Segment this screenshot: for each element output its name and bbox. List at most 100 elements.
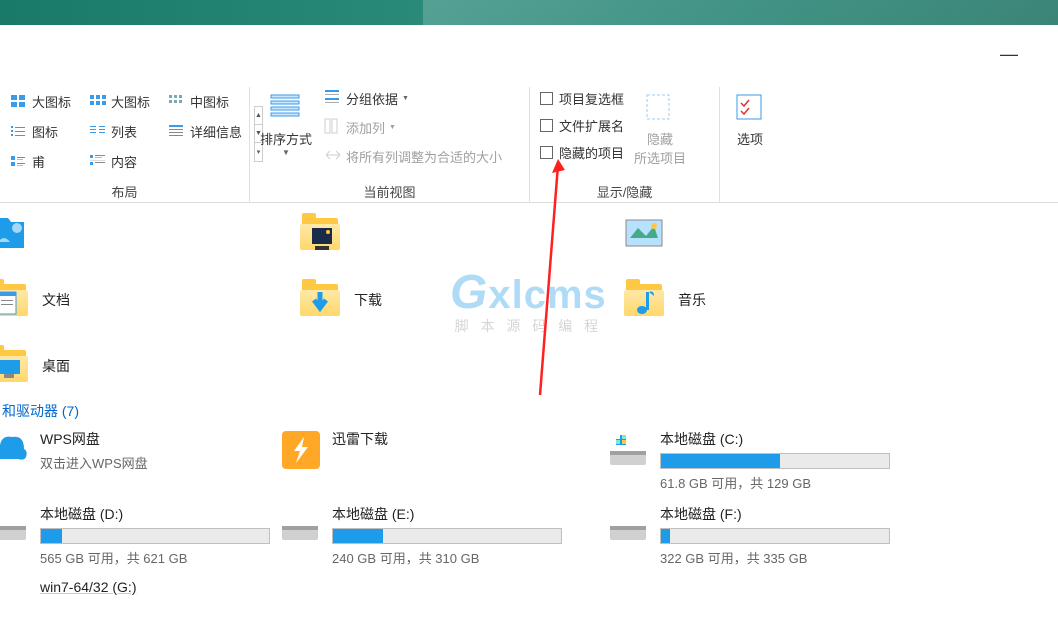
drive-sub: 240 GB 可用，共 310 GB (332, 548, 592, 567)
fit-columns-label: 将所有列调整为合适的大小 (346, 147, 502, 166)
sort-by-button[interactable]: 排序方式 ▼ (256, 87, 316, 180)
drive-sub: 565 GB 可用，共 621 GB (40, 548, 282, 567)
view-small-icons[interactable]: 图标 (6, 117, 75, 145)
ribbon-group-label: 布局 (6, 180, 243, 201)
folder-desktop[interactable]: 桌面 (0, 346, 288, 386)
chevron-down-icon: ▼ (402, 95, 409, 102)
folder-icon (0, 214, 30, 254)
content-area: 文档 下载 音乐 桌面 和驱动器 (7) (0, 203, 1058, 621)
add-columns-label: 添加列 (346, 118, 385, 137)
folder-row (0, 207, 1058, 261)
checkbox-icon (540, 146, 553, 159)
drive-g[interactable]: win7-64/32 (G:) (0, 579, 298, 621)
drive-f[interactable]: 本地磁盘 (F:) 322 GB 可用，共 335 GB (608, 504, 918, 567)
view-tiles[interactable]: 甫 (6, 147, 75, 175)
view-large-icons[interactable]: 大图标 (85, 87, 154, 115)
folder-icon (0, 280, 30, 320)
ribbon-group-layout: 大图标 大图标 中图标 图标 列表 (0, 87, 250, 203)
drive-name: 迅雷下载 (332, 429, 592, 449)
drive-c[interactable]: 本地磁盘 (C:) 61.8 GB 可用，共 129 GB (608, 429, 918, 492)
sort-by-label: 排序方式 (260, 129, 312, 148)
thunder-icon (280, 429, 322, 471)
drive-progress-bar (660, 453, 890, 469)
group-by-button[interactable]: 分组依据 ▼ (320, 87, 506, 110)
drive-name: 本地磁盘 (D:) (40, 504, 282, 524)
view-label: 甫 (32, 152, 45, 171)
ribbon-group-options: 选项 (720, 87, 780, 203)
fit-columns-icon (324, 147, 342, 166)
view-medium-icons[interactable]: 中图标 (164, 87, 246, 115)
folder-icon (624, 280, 666, 320)
hide-icon (643, 91, 677, 125)
checkbox-icon (540, 92, 553, 105)
window-titlebar (0, 0, 1058, 25)
cloud-drive-icon (0, 429, 30, 471)
drives-grid: WPS网盘 双击进入WPS网盘 迅雷下载 本地磁盘 (C:) 61.8 GB 可… (0, 429, 1058, 621)
large-icons-icon (89, 93, 107, 109)
drive-name: 本地磁盘 (F:) (660, 504, 902, 524)
view-label: 详细信息 (190, 122, 242, 141)
hide-selected-button: 隐藏 所选项目 (632, 87, 688, 180)
ribbon-group-label: 当前视图 (256, 180, 523, 201)
view-label: 中图标 (190, 92, 229, 111)
drive-e[interactable]: 本地磁盘 (E:) 240 GB 可用，共 310 GB (280, 504, 608, 567)
chevron-down-icon: ▼ (389, 124, 396, 131)
drive-sub: 322 GB 可用，共 335 GB (660, 548, 902, 567)
folder-documents[interactable]: 文档 (0, 280, 288, 320)
folder-icon (624, 214, 666, 254)
tiles-icon (10, 153, 28, 169)
checkbox-icon (540, 119, 553, 132)
section-title: 和驱动器 (7) (2, 403, 79, 419)
folder-label: 下载 (354, 290, 382, 310)
drives-section-header[interactable]: 和驱动器 (7) (0, 393, 1058, 429)
view-label: 列表 (111, 122, 137, 141)
folder-item[interactable] (0, 214, 288, 254)
disk-icon (0, 579, 30, 621)
view-list[interactable]: 列表 (85, 117, 154, 145)
folder-label: 文档 (42, 290, 70, 310)
disk-icon (0, 504, 30, 546)
folder-item[interactable] (300, 214, 612, 254)
group-by-label: 分组依据 (346, 89, 398, 108)
chevron-down-icon: ▼ (282, 148, 290, 157)
minimize-button[interactable]: — (1000, 44, 1018, 65)
ribbon-group-label (726, 199, 774, 201)
folder-label: 桌面 (42, 356, 70, 376)
add-column-icon (324, 118, 342, 137)
drive-progress-bar (660, 528, 890, 544)
item-checkboxes-toggle[interactable]: 项目复选框 (540, 89, 624, 108)
drive-wps[interactable]: WPS网盘 双击进入WPS网盘 (0, 429, 298, 492)
fit-columns-button: 将所有列调整为合适的大小 (320, 145, 506, 168)
folder-music[interactable]: 音乐 (624, 280, 924, 320)
drive-name: 本地磁盘 (C:) (660, 429, 902, 449)
folder-row: 文档 下载 音乐 (0, 273, 1058, 327)
file-extensions-toggle[interactable]: 文件扩展名 (540, 116, 624, 135)
ribbon-group-show-hide: 项目复选框 文件扩展名 隐藏的项目 隐藏 所选项目 显示/隐藏 (530, 87, 720, 203)
folder-icon (0, 346, 30, 386)
options-label: 选项 (737, 129, 763, 148)
disk-icon (608, 504, 650, 546)
details-icon (168, 123, 186, 139)
view-details[interactable]: 详细信息 (164, 117, 246, 145)
options-button[interactable]: 选项 (726, 87, 774, 199)
view-extra-large-icons[interactable]: 大图标 (6, 87, 75, 115)
medium-icons-icon (168, 93, 186, 109)
view-label: 大图标 (111, 92, 150, 111)
hidden-items-toggle[interactable]: 隐藏的项目 (540, 143, 624, 162)
folder-item[interactable] (624, 214, 924, 254)
drive-thunder[interactable]: 迅雷下载 (280, 429, 608, 492)
folder-downloads[interactable]: 下载 (300, 280, 612, 320)
folder-icon (300, 280, 342, 320)
disk-icon (280, 504, 322, 546)
view-content[interactable]: 内容 (85, 147, 154, 175)
item-checkboxes-label: 项目复选框 (559, 89, 624, 108)
hide-selected-label: 隐藏 (647, 129, 673, 148)
ribbon-group-current-view: 排序方式 ▼ 分组依据 ▼ 添加列 ▼ 将所有列调整为合适的大小 (250, 87, 530, 203)
drive-name: win7-64/32 (G:) (40, 579, 282, 595)
drive-name: WPS网盘 (40, 429, 282, 449)
drive-sub: 双击进入WPS网盘 (40, 453, 282, 472)
drive-d[interactable]: 本地磁盘 (D:) 565 GB 可用，共 621 GB (0, 504, 298, 567)
list-icon (89, 123, 107, 139)
drive-progress-bar (332, 528, 562, 544)
file-extensions-label: 文件扩展名 (559, 116, 624, 135)
